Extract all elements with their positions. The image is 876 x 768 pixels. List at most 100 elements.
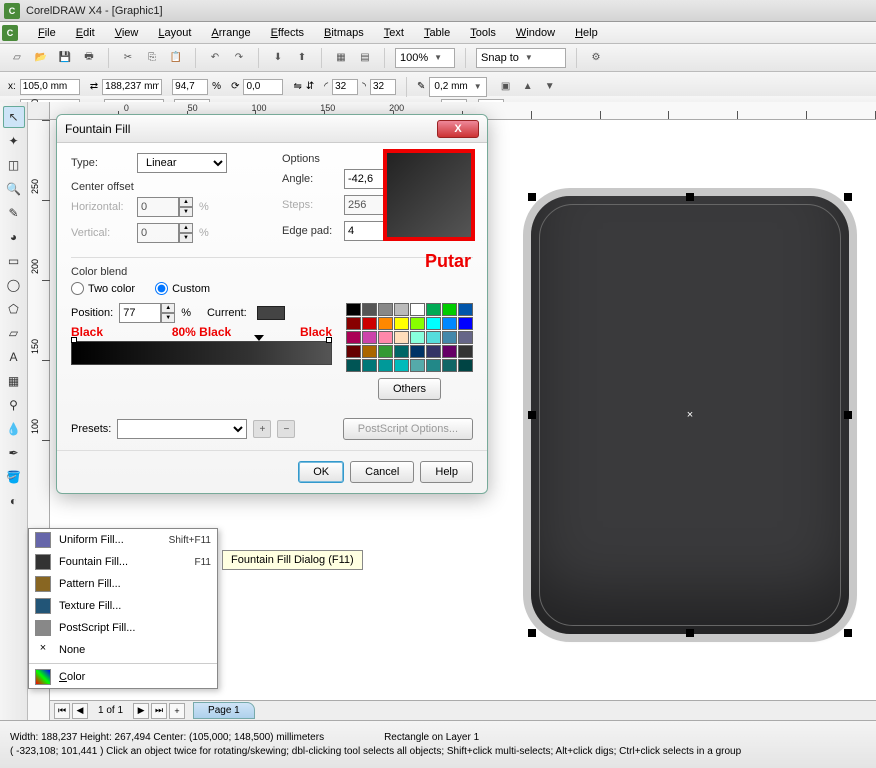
rotation-field[interactable] — [243, 79, 283, 95]
color-swatch[interactable] — [458, 317, 473, 330]
copy-icon[interactable]: ⎘ — [143, 49, 161, 67]
ruler-origin[interactable] — [28, 102, 50, 120]
corner1-field[interactable] — [332, 79, 358, 95]
resize-handle[interactable] — [686, 193, 694, 201]
position-field[interactable] — [119, 303, 161, 323]
color-swatch[interactable] — [426, 359, 441, 372]
page-prev-icon[interactable]: ◀ — [72, 703, 88, 719]
menu-edit[interactable]: Edit — [66, 24, 105, 42]
presets-select[interactable] — [117, 419, 247, 439]
color-swatch[interactable] — [346, 345, 361, 358]
color-swatch[interactable] — [378, 359, 393, 372]
freehand-tool[interactable]: ✎ — [3, 202, 25, 224]
color-swatch[interactable] — [346, 317, 361, 330]
color-swatch[interactable] — [442, 345, 457, 358]
color-swatch[interactable] — [394, 317, 409, 330]
x-field[interactable] — [20, 79, 80, 95]
to-front-icon[interactable]: ▲ — [519, 78, 537, 96]
print-icon[interactable]: 🖶 — [80, 49, 98, 67]
zoom-tool[interactable]: 🔍 — [3, 178, 25, 200]
table-tool[interactable]: ▦ — [3, 370, 25, 392]
gradient-node[interactable] — [71, 337, 77, 343]
color-swatch[interactable] — [458, 345, 473, 358]
shape-tool[interactable]: ✦ — [3, 130, 25, 152]
dialog-titlebar[interactable]: Fountain Fill X — [57, 115, 487, 143]
selected-rectangle[interactable]: × — [530, 195, 850, 635]
fill-menu-item[interactable]: Fountain Fill...F11 — [29, 551, 217, 573]
color-swatch[interactable] — [442, 359, 457, 372]
resize-handle[interactable] — [528, 629, 536, 637]
custom-radio[interactable]: Custom — [155, 282, 210, 295]
menu-layout[interactable]: Layout — [148, 24, 201, 42]
fill-menu-item[interactable]: ×None — [29, 639, 217, 661]
spin-down[interactable]: ▼ — [161, 313, 175, 323]
color-swatch[interactable] — [346, 359, 361, 372]
snap-dropdown[interactable]: Snap to▼ — [476, 48, 566, 68]
scalex-field[interactable] — [172, 79, 208, 95]
polygon-tool[interactable]: ⬠ — [3, 298, 25, 320]
color-swatch[interactable] — [426, 331, 441, 344]
color-swatch[interactable] — [410, 303, 425, 316]
color-swatch[interactable] — [410, 359, 425, 372]
color-swatch[interactable] — [394, 345, 409, 358]
eyedropper-tool[interactable]: 💧 — [3, 418, 25, 440]
color-swatch[interactable] — [426, 317, 441, 330]
outline-width-dropdown[interactable]: 0,2 mm▼ — [429, 77, 486, 97]
save-icon[interactable]: 💾 — [56, 49, 74, 67]
to-back-icon[interactable]: ▼ — [541, 78, 559, 96]
app-launcher-icon[interactable]: ▦ — [332, 49, 350, 67]
cancel-button[interactable]: Cancel — [350, 461, 414, 483]
gradient-bar[interactable] — [71, 341, 332, 365]
menu-file[interactable]: File — [28, 24, 66, 42]
color-swatch[interactable] — [442, 317, 457, 330]
resize-handle[interactable] — [686, 629, 694, 637]
preset-remove-button[interactable]: − — [277, 420, 295, 438]
undo-icon[interactable]: ↶ — [206, 49, 224, 67]
menu-arrange[interactable]: Arrange — [201, 24, 260, 42]
help-button[interactable]: Help — [420, 461, 473, 483]
color-swatch[interactable] — [394, 331, 409, 344]
gradient-node[interactable] — [326, 337, 332, 343]
lock-size-icon[interactable]: ⇄ — [90, 81, 98, 92]
crop-tool[interactable]: ◫ — [3, 154, 25, 176]
color-swatch[interactable] — [362, 331, 377, 344]
menu-bitmaps[interactable]: Bitmaps — [314, 24, 374, 42]
color-swatch[interactable] — [362, 345, 377, 358]
fill-menu-item[interactable]: Pattern Fill... — [29, 573, 217, 595]
export-icon[interactable]: ⬆ — [293, 49, 311, 67]
color-swatch[interactable] — [362, 303, 377, 316]
gradient-node[interactable] — [254, 335, 264, 341]
color-swatch[interactable] — [362, 317, 377, 330]
close-button[interactable]: X — [437, 120, 479, 138]
color-swatch[interactable] — [394, 303, 409, 316]
color-swatch[interactable] — [442, 331, 457, 344]
color-swatch[interactable] — [458, 331, 473, 344]
mirror-h-icon[interactable]: ⇋ — [293, 81, 301, 92]
menu-text[interactable]: Text — [374, 24, 414, 42]
welcome-icon[interactable]: ▤ — [356, 49, 374, 67]
color-swatch[interactable] — [378, 331, 393, 344]
fill-tool[interactable]: 🪣 — [3, 466, 25, 488]
fill-menu-color[interactable]: Color — [29, 666, 217, 688]
interactive-tool[interactable]: ⚲ — [3, 394, 25, 416]
color-swatch[interactable] — [362, 359, 377, 372]
wrap-icon[interactable]: ▣ — [497, 78, 515, 96]
edgepad-field[interactable] — [344, 221, 386, 241]
page-add-icon[interactable]: + — [169, 703, 185, 719]
rectangle-tool[interactable]: ▭ — [3, 250, 25, 272]
color-swatch[interactable] — [442, 303, 457, 316]
resize-handle[interactable] — [528, 411, 536, 419]
ellipse-tool[interactable]: ◯ — [3, 274, 25, 296]
color-swatch[interactable] — [458, 359, 473, 372]
page-first-icon[interactable]: ⏮ — [54, 703, 70, 719]
open-icon[interactable]: 📂 — [32, 49, 50, 67]
type-select[interactable]: Linear — [137, 153, 227, 173]
color-swatch[interactable] — [378, 345, 393, 358]
gradient-preview[interactable] — [383, 149, 475, 241]
corner2-field[interactable] — [370, 79, 396, 95]
basic-shapes-tool[interactable]: ▱ — [3, 322, 25, 344]
mirror-v-icon[interactable]: ⇵ — [306, 81, 314, 92]
color-swatch[interactable] — [458, 303, 473, 316]
others-button[interactable]: Others — [378, 378, 441, 400]
page-next-icon[interactable]: ▶ — [133, 703, 149, 719]
